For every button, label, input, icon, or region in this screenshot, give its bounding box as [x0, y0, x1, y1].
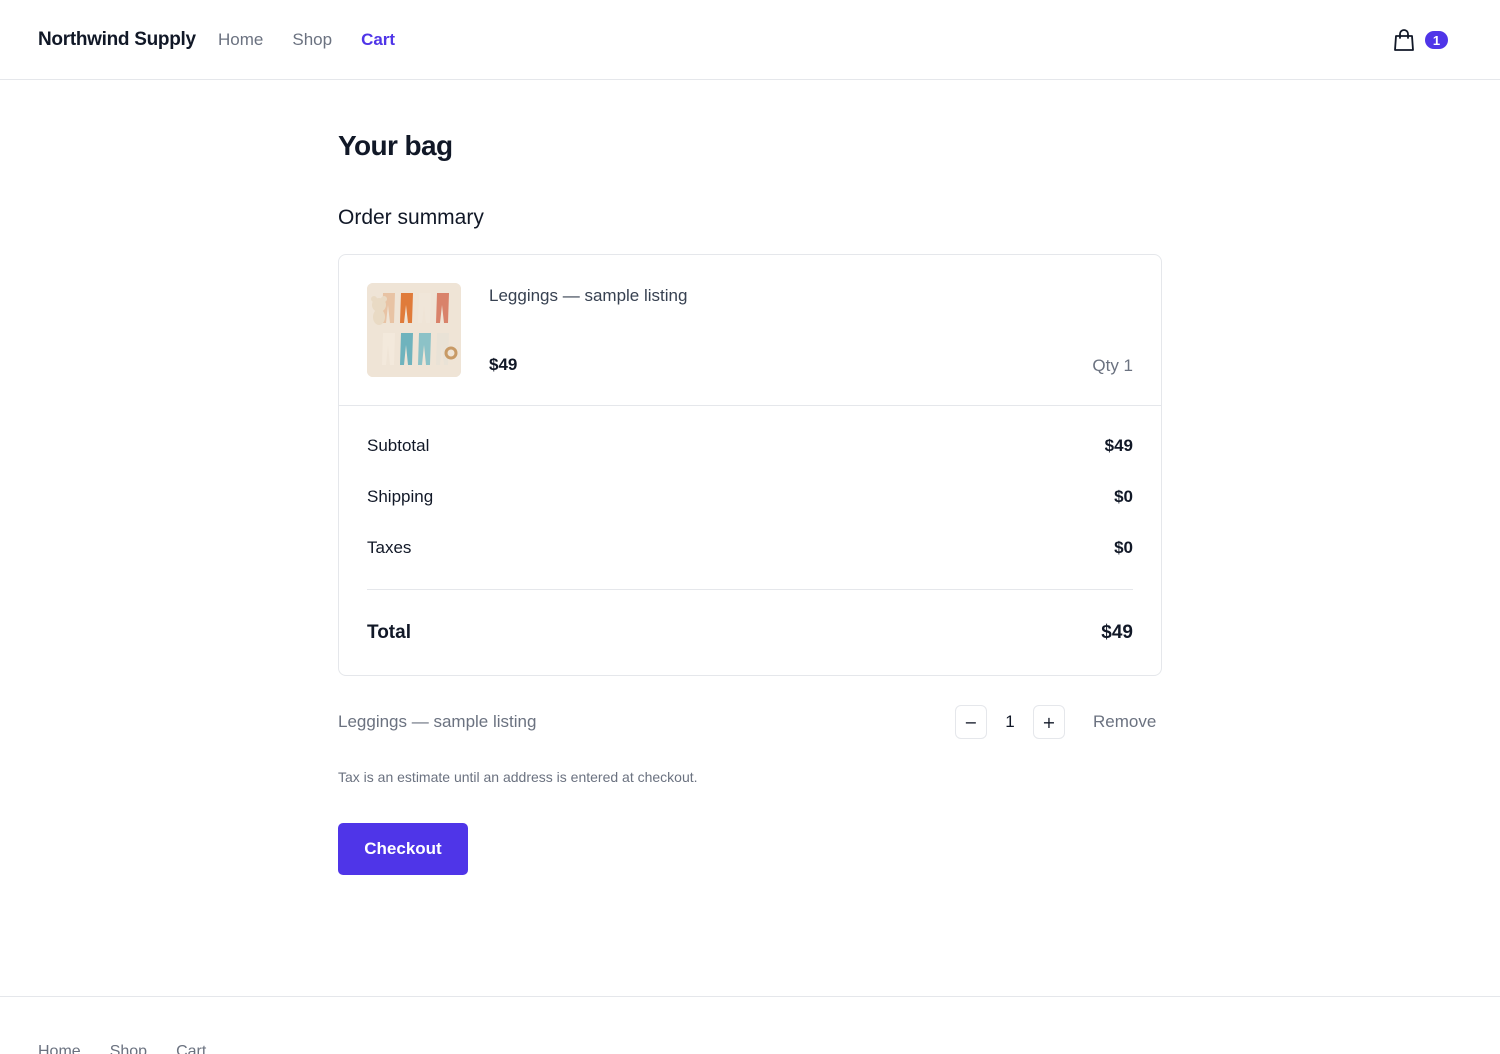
- taxes-label: Taxes: [367, 538, 412, 557]
- leggings-product-image: [367, 283, 461, 377]
- remove-item-button[interactable]: Remove: [1093, 712, 1156, 732]
- subtotal-value: $49: [1104, 436, 1133, 455]
- taxes-value: $0: [1114, 538, 1133, 557]
- cart-item-price: $49: [489, 355, 518, 374]
- shipping-label: Shipping: [367, 487, 434, 506]
- shopping-bag-icon: [1394, 29, 1414, 51]
- totals-section: Subtotal $49 Shipping $0 Taxes $0 Total …: [339, 436, 1161, 644]
- subtotal-line: Subtotal $49: [367, 436, 1133, 456]
- footer-nav-home[interactable]: Home: [38, 1043, 81, 1054]
- main-nav: Home Shop Cart: [218, 30, 395, 50]
- nav-home[interactable]: Home: [218, 30, 263, 50]
- shipping-line: Shipping $0: [367, 487, 1133, 507]
- cart-item-row: Leggings — sample listing $49 Qty 1: [339, 255, 1161, 406]
- taxes-line: Taxes $0: [367, 538, 1133, 558]
- footer-nav-cart[interactable]: Cart: [176, 1043, 206, 1054]
- quantity-row: Leggings — sample listing − 1 + Remove: [338, 705, 1162, 739]
- checkout-button[interactable]: Checkout: [338, 823, 468, 875]
- site-header: Northwind Supply Home Shop Cart 1: [0, 0, 1500, 80]
- shipping-value: $0: [1114, 487, 1133, 506]
- footer-nav-shop[interactable]: Shop: [110, 1043, 147, 1054]
- footer-nav: Home Shop Cart: [38, 1043, 206, 1054]
- nav-cart[interactable]: Cart: [361, 30, 395, 50]
- page-title: Your bag: [338, 130, 453, 161]
- totals-divider: [367, 589, 1133, 590]
- decrease-quantity-button[interactable]: −: [955, 705, 987, 739]
- site-footer: Home Shop Cart: [0, 996, 1500, 1054]
- cart-main: Your bag Order summary Leggings — sample…: [338, 130, 1162, 875]
- cart-item-qty: Qty 1: [1092, 356, 1133, 375]
- total-value: $49: [1101, 622, 1133, 643]
- tax-note: Tax is an estimate until an address is e…: [338, 769, 698, 785]
- total-label: Total: [367, 622, 411, 643]
- product-thumbnail[interactable]: [367, 283, 461, 377]
- brand-logo[interactable]: Northwind Supply: [38, 29, 196, 51]
- quantity-item-name: Leggings — sample listing: [338, 712, 537, 731]
- order-summary-card: Leggings — sample listing $49 Qty 1 Subt…: [338, 254, 1162, 676]
- nav-shop[interactable]: Shop: [292, 30, 332, 50]
- order-summary-title: Order summary: [338, 206, 484, 229]
- cart-count-badge: 1: [1425, 31, 1448, 49]
- cart-button[interactable]: 1: [1393, 28, 1448, 52]
- total-line: Total $49: [367, 622, 1133, 644]
- subtotal-label: Subtotal: [367, 436, 430, 455]
- cart-item-name[interactable]: Leggings — sample listing: [489, 286, 687, 306]
- increase-quantity-button[interactable]: +: [1033, 705, 1065, 739]
- quantity-value: 1: [1005, 712, 1015, 731]
